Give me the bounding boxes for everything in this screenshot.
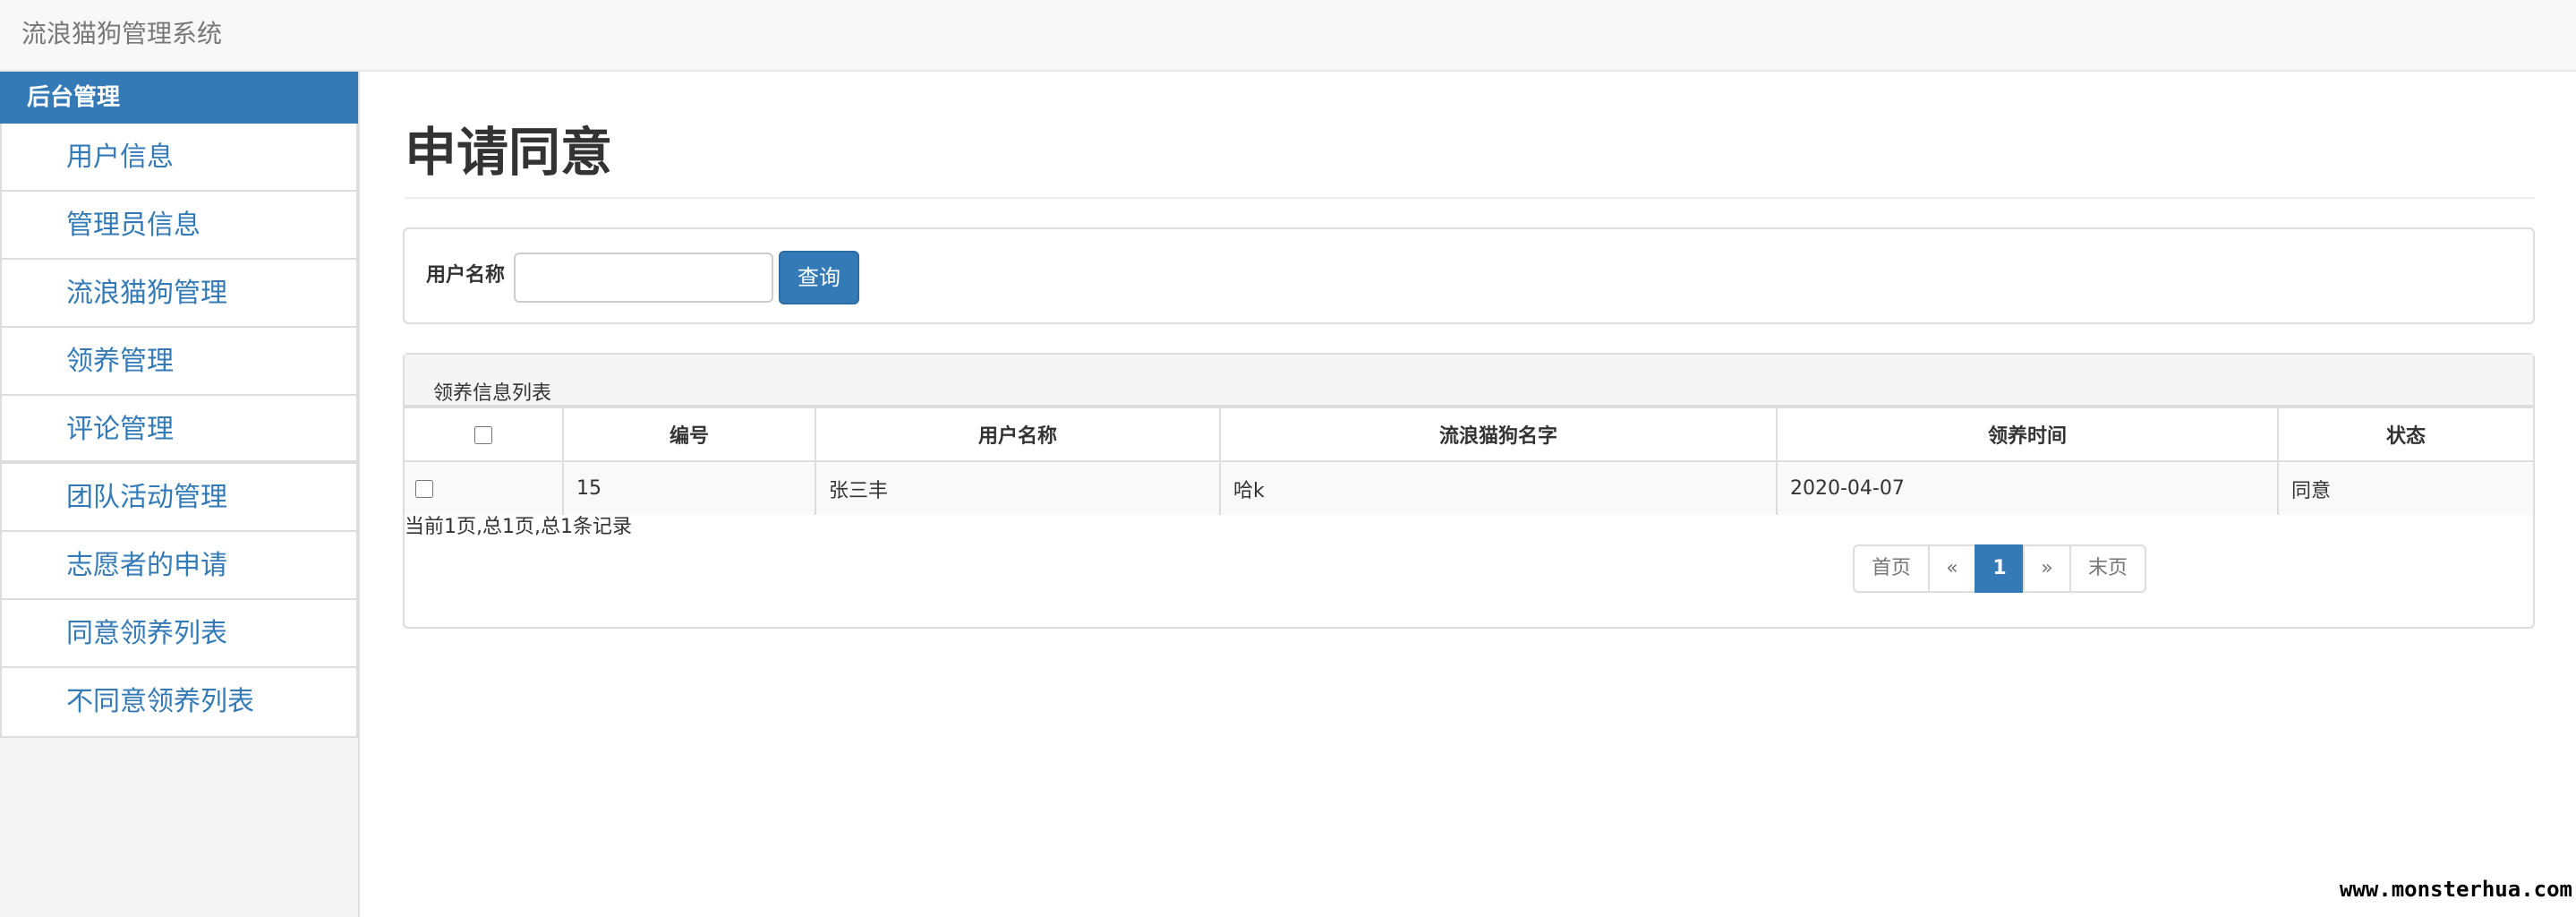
column-header-adopt-time: 领养时间 [1776,407,2279,462]
sidebar-item-adoption[interactable]: 领养管理 [2,328,356,396]
list-heading: 领养信息列表 [405,355,2533,407]
user-name-search-input[interactable] [514,253,773,303]
site-watermark: www.monsterhua.com [2339,877,2572,902]
pagination-info: 当前1页,总1页,总1条记录 [405,516,632,538]
column-header-id: 编号 [562,407,816,462]
first-page-button[interactable]: 首页 [1853,544,1930,593]
adoption-table: 编号 用户名称 流浪猫狗名字 领养时间 状态 15 张三丰 哈k 2020-04… [405,407,2533,515]
cell-status: 同意 [2277,460,2533,515]
sidebar-menu: 用户信息 管理员信息 流浪猫狗管理 领养管理 评论管理 团队活动管理 志愿者的申… [0,124,358,738]
pagination: 首页 « 1 » 末页 [1853,544,2146,593]
sidebar-item-approved-adoptions[interactable]: 同意领养列表 [2,600,356,668]
adoption-list-panel: 领养信息列表 编号 用户名称 流浪猫狗名字 领养时间 状态 15 张三丰 哈k … [403,353,2535,629]
search-label: 用户名称 [426,264,506,287]
cell-id: 15 [562,460,816,515]
sidebar-item-stray-pets[interactable]: 流浪猫狗管理 [2,260,356,328]
sidebar: 后台管理 用户信息 管理员信息 流浪猫狗管理 领养管理 评论管理 团队活动管理 … [0,72,360,917]
sidebar-item-admin-info[interactable]: 管理员信息 [2,192,356,260]
select-all-checkbox[interactable] [474,425,492,444]
column-header-user-name: 用户名称 [815,407,1221,462]
row-select-cell [405,460,564,515]
table-header-row: 编号 用户名称 流浪猫狗名字 领养时间 状态 [405,407,2533,462]
sidebar-heading: 后台管理 [0,72,358,124]
page-1-button[interactable]: 1 [1975,544,2025,593]
sidebar-item-user-info[interactable]: 用户信息 [2,124,356,192]
next-page-button[interactable]: » [2023,544,2071,593]
column-header-pet-name: 流浪猫狗名字 [1219,407,1778,462]
sidebar-item-team-activities[interactable]: 团队活动管理 [2,464,356,532]
list-heading-title: 领养信息列表 [433,382,552,405]
sidebar-item-comments[interactable]: 评论管理 [2,396,356,464]
app-title[interactable]: 流浪猫狗管理系统 [21,16,222,52]
page-title: 申请同意 [405,122,613,183]
select-all-header [405,407,564,462]
column-header-status: 状态 [2277,407,2533,462]
prev-page-button[interactable]: « [1928,544,1976,593]
title-divider [405,197,2535,199]
sidebar-item-volunteer-applications[interactable]: 志愿者的申请 [2,532,356,600]
search-button[interactable]: 查询 [779,251,859,304]
cell-pet-name: 哈k [1219,460,1778,515]
search-panel: 用户名称 查询 [403,227,2535,324]
cell-user-name: 张三丰 [815,460,1221,515]
sidebar-item-rejected-adoptions[interactable]: 不同意领养列表 [2,668,356,736]
row-select-checkbox[interactable] [415,480,433,498]
top-navbar: 流浪猫狗管理系统 [0,0,2576,72]
table-row: 15 张三丰 哈k 2020-04-07 同意 [405,460,2533,515]
last-page-button[interactable]: 末页 [2069,544,2146,593]
cell-adopt-time: 2020-04-07 [1776,460,2279,515]
